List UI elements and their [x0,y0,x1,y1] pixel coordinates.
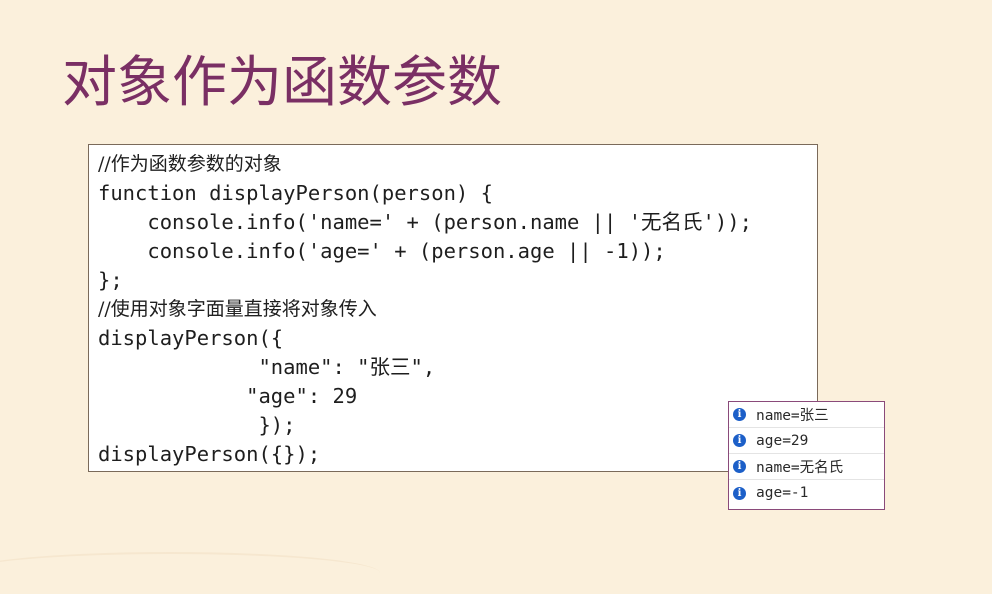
console-entry-text: age=-1 [756,485,809,501]
console-entry: i name=张三 [729,402,884,428]
console-entry: i name=无名氏 [729,454,884,480]
info-icon: i [733,408,746,421]
decorative-arc [0,552,380,594]
code-line: console.info('name=' + (person.name || '… [98,210,752,234]
console-output-panel: i name=张三 i age=29 i name=无名氏 i age=-1 [728,401,885,510]
code-block: //作为函数参数的对象 function displayPerson(perso… [88,144,818,472]
console-entry-text: name=张三 [756,408,829,424]
info-icon: i [733,460,746,473]
info-icon: i [733,434,746,447]
code-line: }); [98,413,296,437]
info-icon: i [733,486,746,500]
code-comment-line: //使用对象字面量直接将对象传入 [98,298,377,320]
code-line: console.info('age=' + (person.age || -1)… [98,239,666,263]
code-comment-line: //作为函数参数的对象 [98,153,282,175]
code-line: "name": "张三", [98,355,436,379]
console-entry: i age=-1 [729,480,884,506]
slide-title: 对象作为函数参数 [62,50,503,114]
console-entry-text: name=无名氏 [756,460,844,476]
code-line: "age": 29 [98,384,358,408]
code-line: displayPerson({}); [98,442,321,466]
code-line: function displayPerson(person) { [98,181,493,205]
code-line: displayPerson({ [98,326,284,350]
console-entry-text: age=29 [756,432,809,449]
console-entry: i age=29 [729,428,884,454]
code-line: }; [98,268,123,292]
